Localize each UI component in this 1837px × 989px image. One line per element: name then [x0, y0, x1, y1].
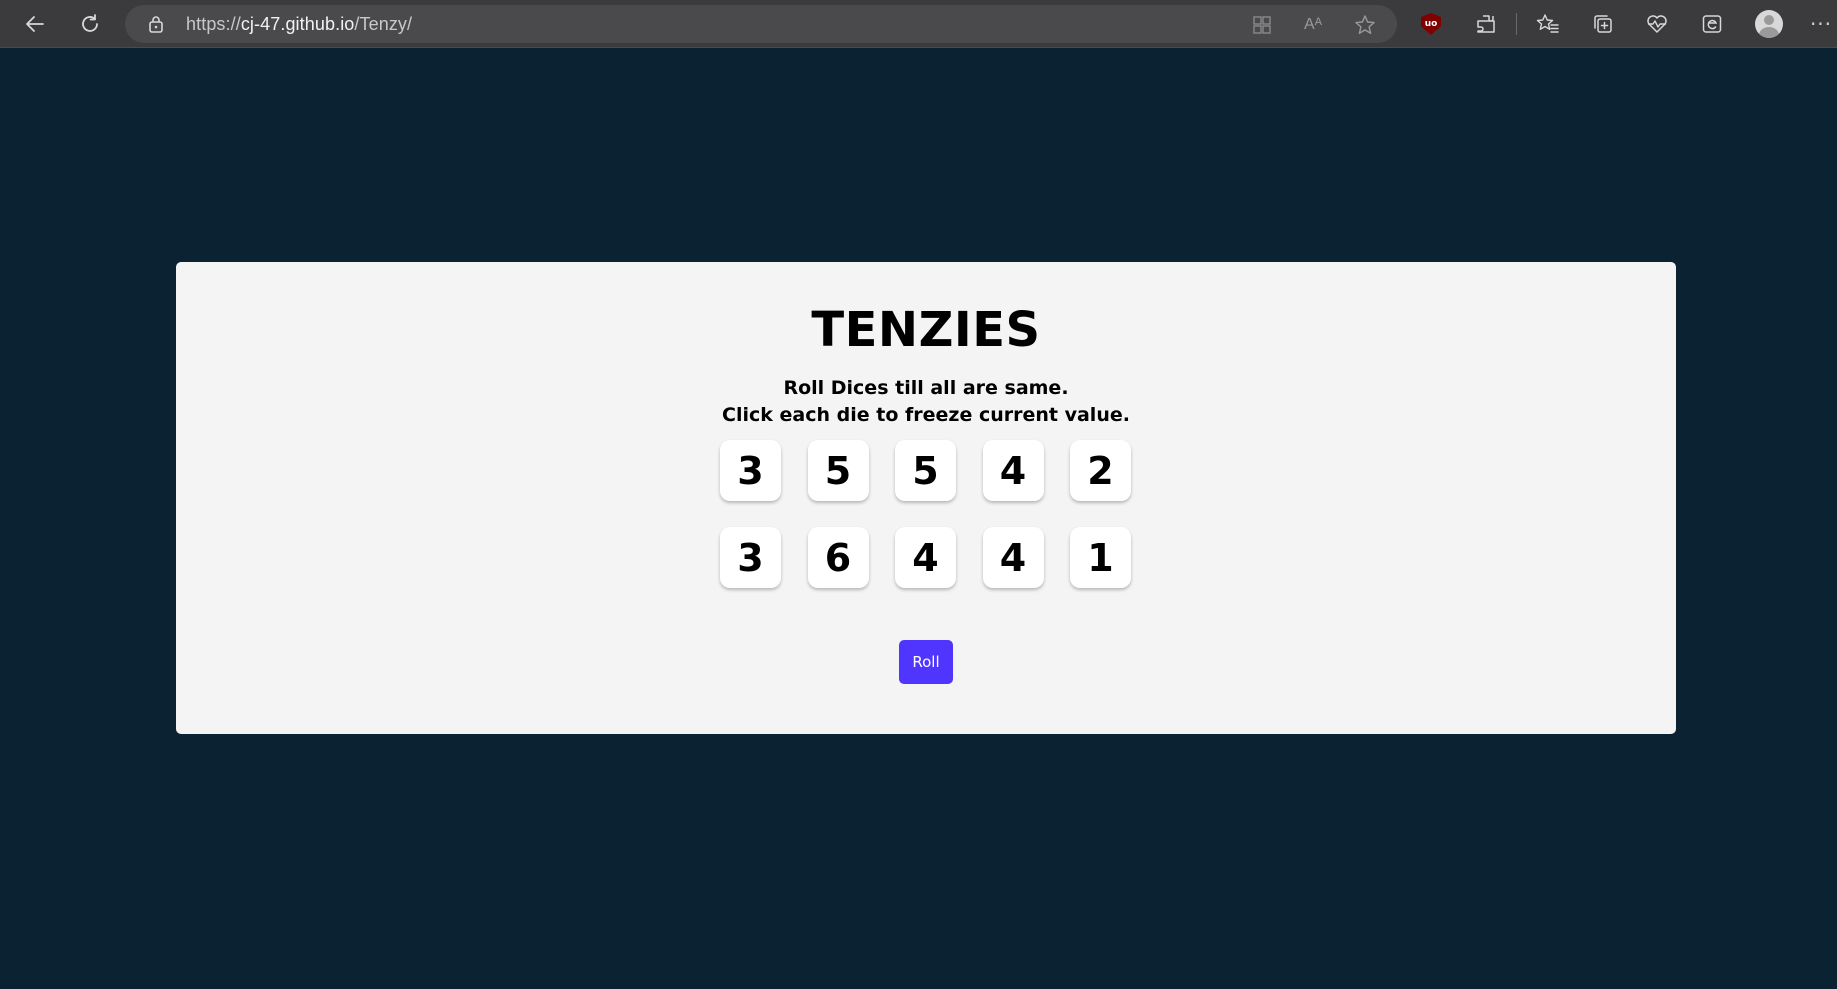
die-10[interactable]: 1	[1070, 527, 1131, 588]
address-bar[interactable]: https://cj-47.github.io/Tenzy/ Aᴬ	[125, 5, 1397, 43]
die-4[interactable]: 4	[982, 440, 1044, 501]
page-title: TENZIES	[811, 302, 1041, 358]
back-icon	[26, 16, 44, 32]
extensions-icon[interactable]	[1472, 10, 1500, 38]
die-8[interactable]: 4	[895, 527, 956, 588]
die-7[interactable]: 6	[807, 527, 869, 588]
toolbar-separator	[1516, 13, 1517, 35]
lock-icon[interactable]	[147, 15, 165, 33]
instructions: Roll Dices till all are same. Click each…	[176, 375, 1676, 429]
ublock-badge: uo	[1421, 13, 1441, 35]
die-9[interactable]: 4	[982, 527, 1044, 588]
avatar	[1755, 10, 1783, 38]
refresh-icon	[82, 14, 98, 32]
url-path: /Tenzy/	[354, 14, 413, 34]
more-icon[interactable]: ···	[1807, 10, 1835, 38]
dice-grid: 3 5 5 4 2 3 6 4 4 1	[720, 440, 1132, 588]
die-3[interactable]: 5	[895, 440, 956, 501]
die-6[interactable]: 3	[720, 527, 781, 588]
back-button[interactable]	[18, 7, 52, 41]
collections-icon[interactable]	[1589, 10, 1617, 38]
profile-icon[interactable]	[1755, 10, 1783, 38]
browser-essentials-icon[interactable]	[1643, 10, 1671, 38]
edge-bar-icon[interactable]	[1698, 10, 1726, 38]
roll-button[interactable]: Roll	[899, 640, 953, 684]
apps-icon[interactable]	[1250, 13, 1274, 37]
favorite-star-icon[interactable]	[1353, 13, 1377, 37]
ublock-icon[interactable]: uo	[1417, 10, 1445, 38]
die-5[interactable]: 2	[1070, 440, 1131, 501]
browser-toolbar: https://cj-47.github.io/Tenzy/ Aᴬ uo ···	[0, 0, 1837, 48]
die-1[interactable]: 3	[720, 440, 781, 501]
instructions-line-2: Click each die to freeze current value.	[722, 404, 1130, 426]
read-aloud-icon[interactable]: Aᴬ	[1301, 13, 1325, 37]
die-2[interactable]: 5	[807, 440, 869, 501]
url-scheme: https://	[186, 14, 241, 34]
instructions-line-1: Roll Dices till all are same.	[783, 377, 1069, 399]
url-host: cj-47.github.io	[240, 14, 355, 34]
refresh-button[interactable]	[73, 7, 107, 41]
favorites-icon[interactable]	[1534, 10, 1562, 38]
url-text[interactable]: https://cj-47.github.io/Tenzy/	[186, 14, 412, 35]
tenzies-card: TENZIES Roll Dices till all are same. Cl…	[176, 262, 1676, 734]
